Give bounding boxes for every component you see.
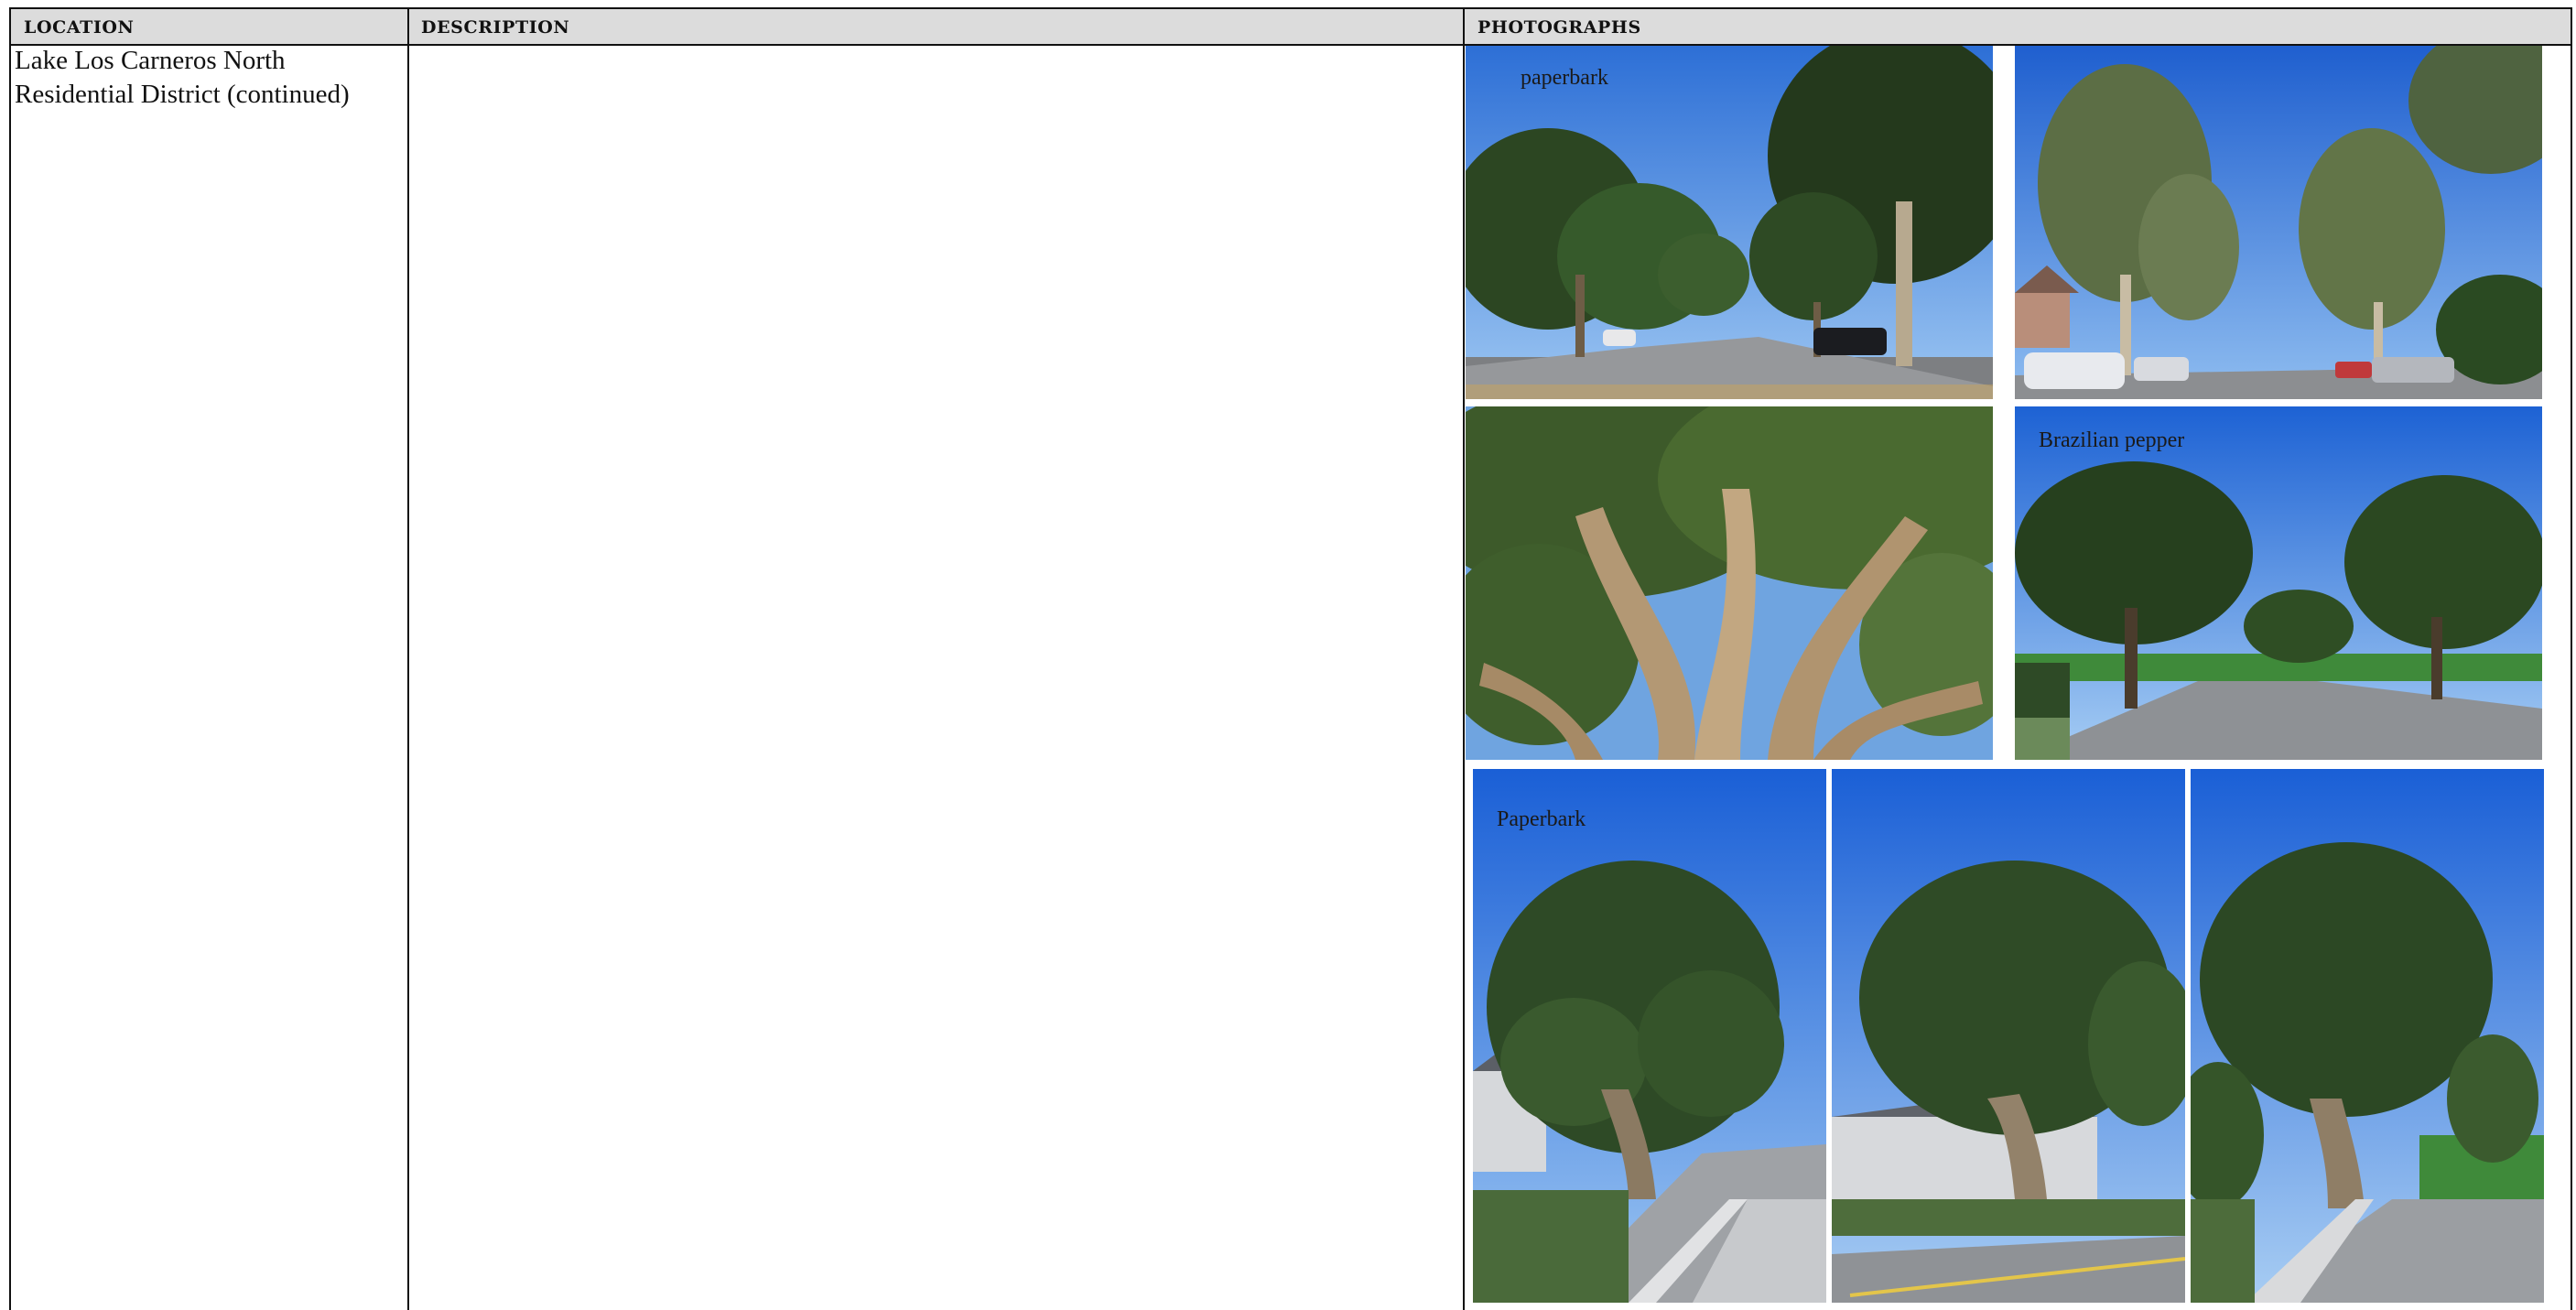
location-cell: Lake Los Carneros North Residential Dist… (15, 46, 350, 109)
header-photographs: PHOTOGRAPHS (1477, 17, 1641, 38)
column-divider (407, 9, 409, 1310)
photo-street-trees-2 (2015, 46, 2542, 399)
table-header-row: LOCATION DESCRIPTION PHOTOGRAPHS (11, 9, 2571, 46)
photo-paperbark-2 (1832, 769, 2185, 1303)
photo-caption: paperbark (1521, 66, 1608, 90)
header-description: DESCRIPTION (421, 17, 570, 38)
photo-brazilian-pepper: Brazilian pepper (2015, 406, 2542, 760)
photo-paperbark-3 (2191, 769, 2544, 1303)
photo-caption: Paperbark (1497, 807, 1586, 831)
photo-street-trees-1: paperbark (1466, 46, 1993, 399)
photo-caption: Brazilian pepper (2039, 428, 2185, 452)
column-divider (1463, 9, 1465, 1310)
header-location: LOCATION (24, 17, 135, 38)
photo-branches (1466, 406, 1993, 760)
photo-paperbark-1: Paperbark (1473, 769, 1826, 1303)
